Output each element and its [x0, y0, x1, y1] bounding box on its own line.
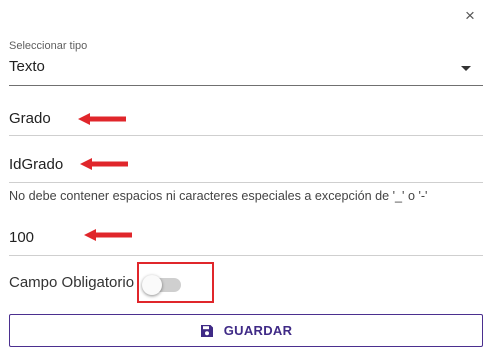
chevron-down-icon[interactable]: [461, 66, 471, 71]
type-select-underline: [9, 85, 483, 86]
name-field[interactable]: Grado: [9, 110, 51, 127]
save-button-label: GUARDAR: [223, 323, 293, 338]
value-field-underline: [9, 255, 483, 256]
name-field-underline: [9, 135, 483, 136]
save-icon: [200, 324, 213, 337]
type-select-label: Seleccionar tipo: [9, 40, 88, 52]
annotation-highlight-box: [137, 262, 214, 303]
id-field-helper-text: No debe contener espacios ni caracteres …: [9, 189, 428, 203]
type-select-value[interactable]: Texto: [9, 58, 45, 75]
close-icon: ×: [465, 6, 475, 25]
id-field-underline: [9, 182, 483, 183]
required-toggle-label: Campo Obligatorio: [9, 274, 135, 291]
close-button[interactable]: ×: [458, 4, 482, 28]
value-field[interactable]: 100: [9, 229, 34, 246]
id-field[interactable]: IdGrado: [9, 156, 63, 173]
save-button[interactable]: GUARDAR: [9, 314, 483, 347]
annotation-arrow-icon: [84, 229, 132, 241]
annotation-arrow-icon: [80, 158, 128, 170]
annotation-arrow-icon: [78, 113, 126, 125]
